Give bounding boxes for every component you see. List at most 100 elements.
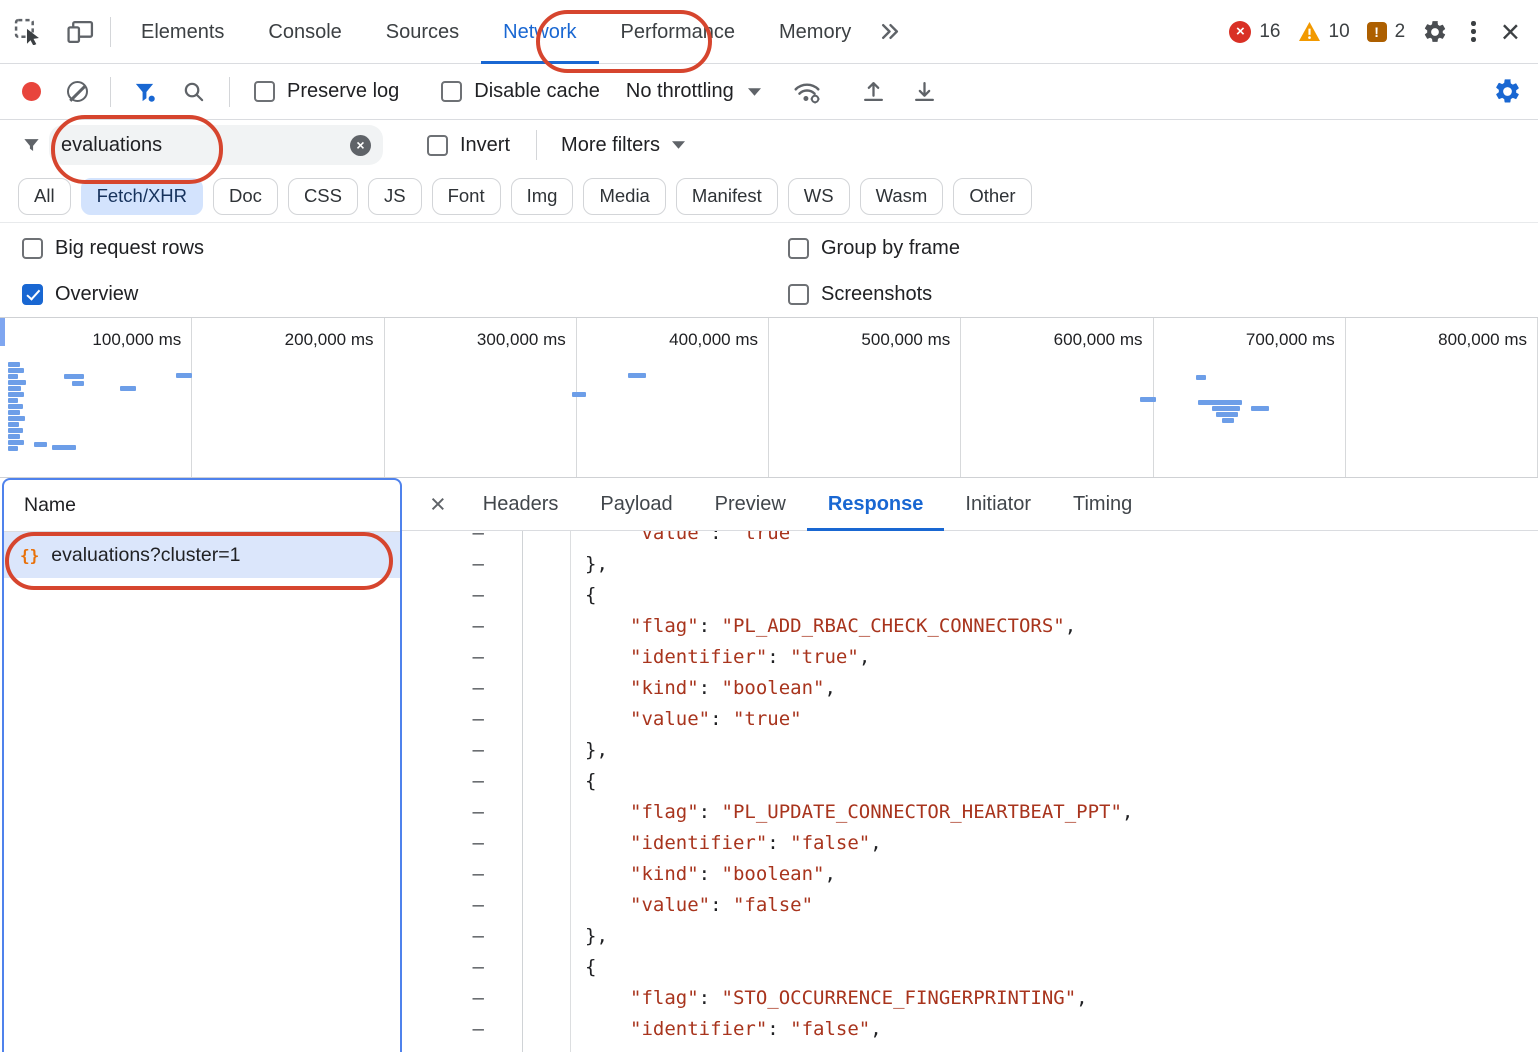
- inspect-element-button[interactable]: [14, 18, 41, 45]
- detail-tab-payload[interactable]: Payload: [579, 478, 693, 531]
- json-braces-icon: {}: [20, 546, 39, 565]
- string-token: "identifier": [630, 646, 767, 668]
- detail-tabbar: × HeadersPayloadPreviewResponseInitiator…: [402, 478, 1538, 531]
- screenshots-toggle[interactable]: Screenshots: [788, 283, 1538, 306]
- name-column-header[interactable]: Name: [4, 480, 400, 532]
- preserve-log-checkbox[interactable]: [254, 81, 275, 102]
- network-settings-button[interactable]: [1493, 77, 1522, 106]
- record-network-log-button[interactable]: [22, 82, 41, 101]
- search-button[interactable]: [182, 80, 205, 103]
- response-line: –"identifier": "false",: [402, 828, 1538, 859]
- export-har-button[interactable]: [912, 79, 937, 104]
- response-line: –"value": "true": [402, 531, 1538, 549]
- group-by-frame-checkbox[interactable]: [788, 238, 809, 259]
- filter-chip-wasm[interactable]: Wasm: [860, 178, 944, 215]
- response-line: –},: [402, 735, 1538, 766]
- tab-performance[interactable]: Performance: [599, 0, 758, 64]
- settings-gear-button[interactable]: [1422, 19, 1448, 45]
- overview-toggle[interactable]: Overview: [22, 283, 788, 306]
- big-request-rows-checkbox[interactable]: [22, 238, 43, 259]
- network-activity-bar: [8, 380, 26, 385]
- network-view-options: Big request rows Group by frame Overview…: [0, 223, 1538, 318]
- issues-badge[interactable]: ! 2: [1367, 21, 1406, 43]
- filter-chip-other[interactable]: Other: [953, 178, 1031, 215]
- filter-chip-img[interactable]: Img: [511, 178, 574, 215]
- warning-icon: [1298, 21, 1321, 42]
- download-icon: [912, 79, 937, 104]
- big-request-rows-toggle[interactable]: Big request rows: [22, 237, 788, 260]
- network-activity-bar: [8, 374, 18, 379]
- clear-network-log-button[interactable]: [67, 81, 88, 102]
- console-warnings-badge[interactable]: 10: [1298, 21, 1350, 43]
- more-filters-button[interactable]: More filters: [561, 134, 685, 157]
- filter-chip-all[interactable]: All: [18, 178, 71, 215]
- network-activity-bar: [120, 386, 136, 391]
- string-token: "false": [733, 894, 813, 916]
- response-code: "identifier": "true",: [522, 642, 870, 673]
- filter-chip-font[interactable]: Font: [432, 178, 501, 215]
- tab-elements[interactable]: Elements: [119, 0, 246, 64]
- tab-memory[interactable]: Memory: [757, 0, 873, 64]
- device-toolbar-button[interactable]: [67, 19, 94, 44]
- plain-token: :: [710, 531, 733, 544]
- error-icon: ×: [1229, 21, 1251, 43]
- response-line: –},: [402, 921, 1538, 952]
- response-line: –{: [402, 580, 1538, 611]
- close-devtools-button[interactable]: ×: [1499, 15, 1522, 48]
- detail-tab-response[interactable]: Response: [807, 478, 945, 531]
- filter-chip-media[interactable]: Media: [583, 178, 665, 215]
- string-token: "flag": [630, 987, 699, 1009]
- response-code-area[interactable]: –"value": "true"–},–{–"flag": "PL_ADD_RB…: [402, 531, 1538, 1052]
- network-activity-bar: [8, 422, 19, 427]
- detail-tab-preview[interactable]: Preview: [694, 478, 807, 531]
- screenshots-checkbox[interactable]: [788, 284, 809, 305]
- indent-guide: [570, 531, 571, 1052]
- invert-filter-toggle[interactable]: Invert: [427, 134, 510, 157]
- network-filter-input[interactable]: [61, 134, 350, 157]
- string-token: "flag": [630, 801, 699, 823]
- network-activity-bar: [1140, 397, 1156, 402]
- filter-chip-js[interactable]: JS: [368, 178, 422, 215]
- preserve-log-toggle[interactable]: Preserve log: [254, 80, 399, 103]
- more-tabs-button[interactable]: [879, 21, 900, 42]
- response-code: "value": "true": [522, 704, 802, 735]
- tab-network[interactable]: Network: [481, 0, 598, 64]
- response-code: },: [522, 735, 608, 766]
- console-errors-badge[interactable]: × 16: [1229, 21, 1280, 43]
- filter-chip-fetch-xhr[interactable]: Fetch/XHR: [81, 178, 203, 215]
- disable-cache-checkbox[interactable]: [441, 81, 462, 102]
- filter-chip-doc[interactable]: Doc: [213, 178, 278, 215]
- clear-filter-button[interactable]: ×: [350, 135, 371, 156]
- tab-sources[interactable]: Sources: [364, 0, 481, 64]
- filter-chip-css[interactable]: CSS: [288, 178, 358, 215]
- close-detail-button[interactable]: ×: [402, 491, 462, 518]
- filter-input-wrapper: ×: [49, 125, 383, 165]
- line-marker: –: [402, 549, 522, 580]
- more-options-button[interactable]: [1465, 17, 1482, 46]
- overview-checkbox[interactable]: [22, 284, 43, 305]
- upload-icon: [861, 79, 886, 104]
- throttling-select[interactable]: No throttling: [626, 80, 761, 103]
- network-activity-bar: [572, 392, 586, 397]
- response-lines: –"value": "true"–},–{–"flag": "PL_ADD_RB…: [402, 531, 1538, 1052]
- detail-tab-headers[interactable]: Headers: [462, 478, 580, 531]
- filter-chip-manifest[interactable]: Manifest: [676, 178, 778, 215]
- filter-toggle-button[interactable]: [133, 80, 156, 103]
- string-token: "STO_OCCURRENCE_FINGERPRINTING": [722, 987, 1077, 1009]
- tab-console[interactable]: Console: [246, 0, 363, 64]
- detail-tab-initiator[interactable]: Initiator: [944, 478, 1052, 531]
- filter-chip-ws[interactable]: WS: [788, 178, 850, 215]
- request-row[interactable]: {}evaluations?cluster=1: [4, 532, 400, 578]
- import-har-button[interactable]: [861, 79, 886, 104]
- plain-token: ,: [824, 677, 835, 699]
- line-marker: –: [402, 921, 522, 952]
- chevron-down-icon: [672, 141, 685, 149]
- network-conditions-button[interactable]: [793, 79, 821, 105]
- disable-cache-toggle[interactable]: Disable cache: [441, 80, 600, 103]
- network-overview-timeline[interactable]: 100,000 ms200,000 ms300,000 ms400,000 ms…: [0, 318, 1538, 478]
- plain-token: :: [767, 646, 790, 668]
- detail-tab-timing[interactable]: Timing: [1052, 478, 1153, 531]
- group-by-frame-toggle[interactable]: Group by frame: [788, 237, 1538, 260]
- timeline-scroll-handle[interactable]: [0, 318, 5, 346]
- invert-checkbox[interactable]: [427, 135, 448, 156]
